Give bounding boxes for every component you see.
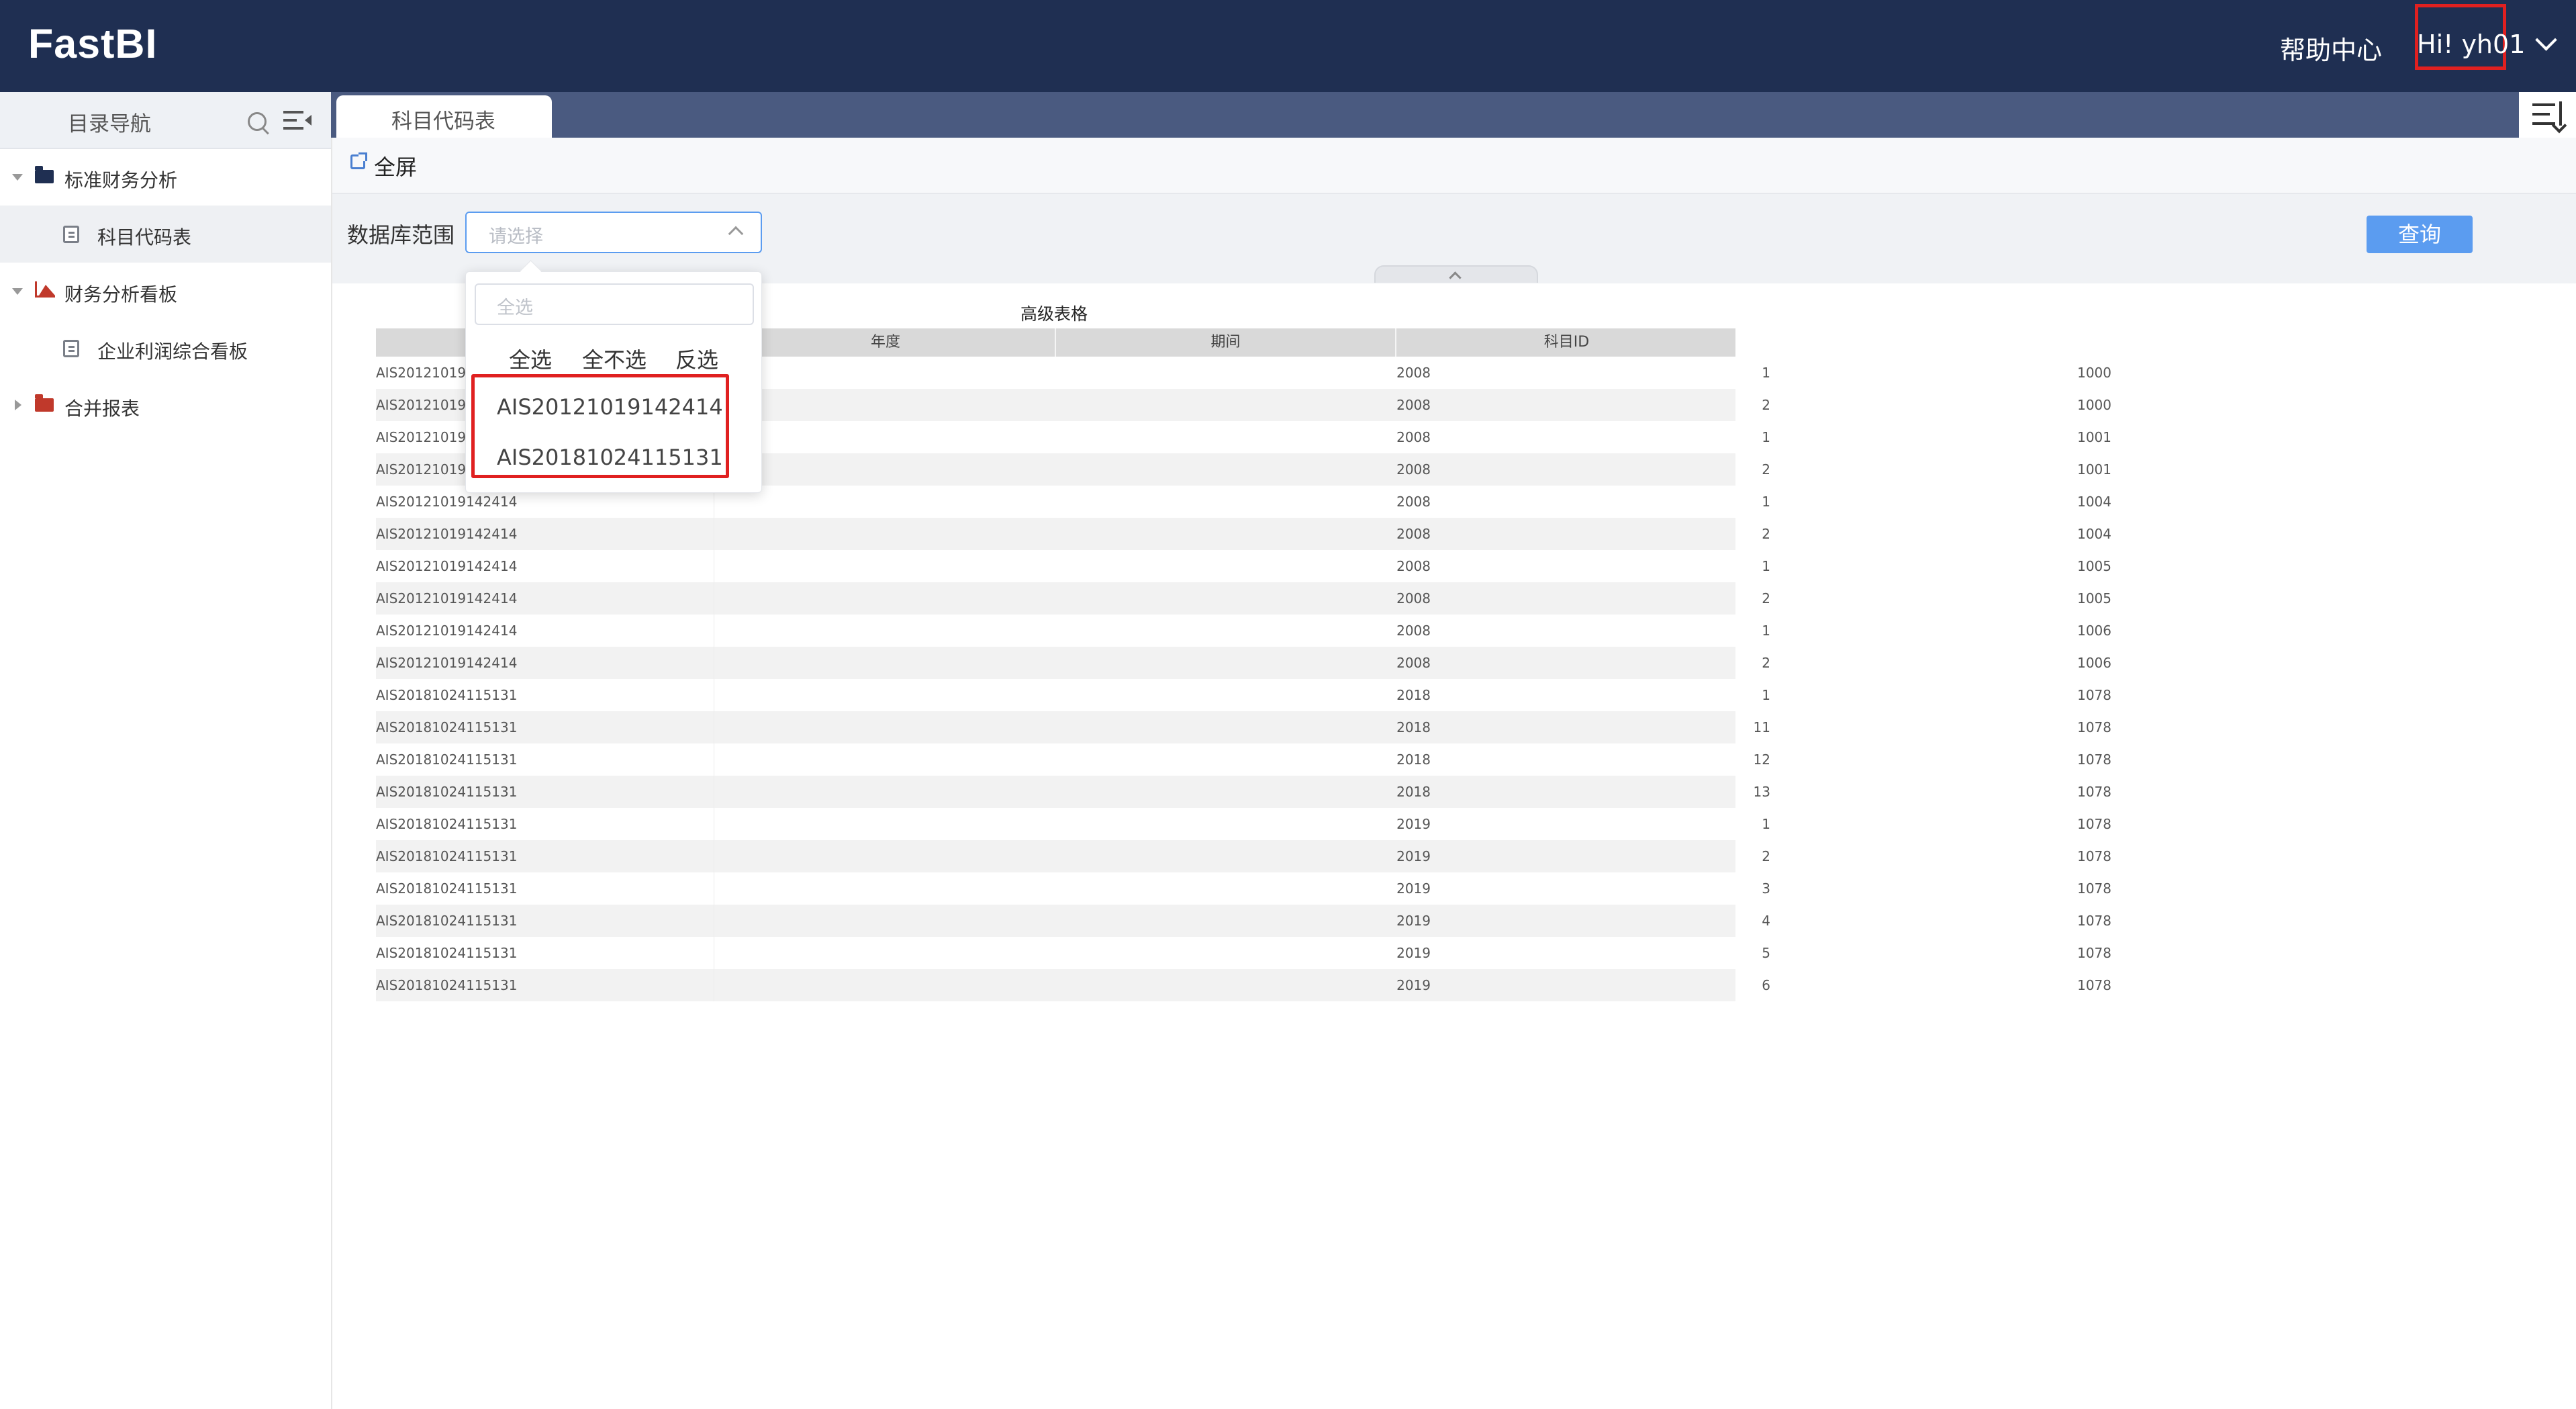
cell-database: AIS20181024115131 [376, 784, 518, 800]
table-row[interactable]: AIS20181024115131 2019 2 1078 [376, 840, 2111, 872]
cell-account-id: 1000 [2077, 365, 2111, 381]
tree-label: 合并报表 [64, 398, 140, 420]
table-row[interactable]: AIS20181024115131 2019 3 1078 [376, 872, 2111, 905]
table-row[interactable]: AIS20181024115131 2019 4 1078 [376, 905, 2111, 937]
caret-down-icon[interactable] [12, 174, 23, 181]
chevron-down-icon [2535, 29, 2558, 51]
table-row[interactable]: AIS20121019142414 2008 2 1005 [376, 582, 2111, 615]
cell-account-id: 1078 [2077, 784, 2111, 800]
tree-item-standard-finance[interactable]: 标准财务分析 [0, 148, 331, 206]
tab-strip [331, 92, 2576, 138]
cell-account-id: 1078 [2077, 687, 2111, 703]
caret-down-icon[interactable] [12, 288, 23, 295]
cell-database: AIS20121019142414 [376, 623, 518, 639]
cell-database: AIS20181024115131 [376, 913, 518, 929]
cell-account-id: 1078 [2077, 752, 2111, 768]
table-row[interactable]: AIS20121019142414 2008 1 1006 [376, 615, 2111, 647]
tree-item-consolidated-report[interactable]: 合并报表 [0, 377, 331, 434]
tree-label: 科目代码表 [97, 226, 192, 248]
options-highlight [471, 374, 729, 478]
table-title: 高级表格 [1020, 304, 1088, 324]
cell-account-id: 1078 [2077, 848, 2111, 864]
table-row[interactable]: AIS20121019142414 2008 2 1004 [376, 518, 2111, 550]
cell-database: AIS20121019142414 [376, 526, 518, 542]
caret-right-icon[interactable] [15, 400, 21, 410]
report-icon [63, 340, 79, 357]
cell-database: AIS20121019142414 [376, 655, 518, 671]
tab-label: 科目代码表 [391, 109, 495, 134]
folder-open-icon [35, 166, 54, 183]
table-row[interactable]: AIS20181024115131 2019 6 1078 [376, 969, 2111, 1001]
user-greeting: Hi! yh01 [2417, 30, 2526, 59]
cell-account-id: 1078 [2077, 913, 2111, 929]
fullscreen-icon[interactable] [350, 152, 367, 169]
sidebar-title: 目录导航 [68, 112, 151, 136]
cell-account-id: 1078 [2077, 719, 2111, 735]
table-row[interactable]: AIS20181024115131 2019 5 1078 [376, 937, 2111, 969]
cell-account-id: 1078 [2077, 977, 2111, 993]
cell-account-id: 1006 [2077, 623, 2111, 639]
top-header [0, 0, 2576, 92]
tree-item-profit-dashboard[interactable]: 企业利润综合看板 [0, 320, 331, 377]
invert-selection-button[interactable]: 反选 [675, 343, 718, 374]
cell-account-id: 1005 [2077, 558, 2111, 574]
cell-database: AIS20181024115131 [376, 816, 518, 832]
cell-database: AIS20181024115131 [376, 880, 518, 897]
table-row[interactable]: AIS20181024115131 2018 12 1078 [376, 743, 2111, 776]
fullscreen-button[interactable]: 全屏 [374, 150, 417, 181]
cell-account-id: 1004 [2077, 526, 2111, 542]
database-scope-label: 数据库范围 [347, 222, 455, 248]
dropdown-search-placeholder: 全选 [497, 298, 533, 318]
user-menu[interactable]: Hi! yh01 [2417, 29, 2558, 59]
tree-label: 企业利润综合看板 [97, 340, 248, 363]
cell-database: AIS20181024115131 [376, 719, 518, 735]
table-row[interactable]: AIS20181024115131 2018 1 1078 [376, 679, 2111, 711]
help-center-link[interactable]: 帮助中心 [2280, 30, 2382, 66]
select-all-button[interactable]: 全选 [509, 343, 552, 374]
table-row[interactable]: AIS20181024115131 2018 13 1078 [376, 776, 2111, 808]
app-logo[interactable]: FastBI [28, 20, 157, 67]
cell-account-id: 1005 [2077, 590, 2111, 606]
cell-database: AIS20181024115131 [376, 752, 518, 768]
column-header-account-id[interactable]: 科目ID [1395, 328, 1737, 357]
sidebar: 目录导航 标准财务分析 科目代码表 财务分析看板 企业利润综合看板 合并报表 [0, 92, 332, 1409]
tree-item-account-code-table[interactable]: 科目代码表 [0, 206, 331, 263]
tree-label: 标准财务分析 [64, 169, 178, 191]
folder-icon [35, 394, 54, 412]
search-icon[interactable] [248, 112, 267, 131]
tree-label: 财务分析看板 [64, 283, 178, 306]
cell-account-id: 1006 [2077, 655, 2111, 671]
cell-database: AIS20181024115131 [376, 848, 518, 864]
column-header-year[interactable]: 年度 [715, 328, 1055, 357]
cell-account-id: 1078 [2077, 945, 2111, 961]
report-icon [63, 226, 79, 243]
column-header-period[interactable]: 期间 [1055, 328, 1395, 357]
tree-item-finance-dashboard[interactable]: 财务分析看板 [0, 263, 331, 320]
cell-account-id: 1001 [2077, 429, 2111, 445]
cell-database: AIS20181024115131 [376, 977, 518, 993]
cell-database: AIS20121019142414 [376, 590, 518, 606]
cell-account-id: 1078 [2077, 880, 2111, 897]
table-row[interactable]: AIS20121019142414 2008 1 1005 [376, 550, 2111, 582]
tab-sort-menu-icon[interactable] [2519, 92, 2576, 138]
cell-database: AIS20181024115131 [376, 945, 518, 961]
report-toolbar [332, 138, 2576, 194]
sidebar-header: 目录导航 [0, 92, 331, 149]
cell-account-id: 1004 [2077, 494, 2111, 510]
area-chart-icon [35, 281, 55, 298]
table-row[interactable]: AIS20181024115131 2019 1 1078 [376, 808, 2111, 840]
cell-database: AIS20121019142414 [376, 558, 518, 574]
table-row[interactable]: AIS20181024115131 2018 11 1078 [376, 711, 2111, 743]
select-none-button[interactable]: 全不选 [582, 343, 647, 374]
collapse-sidebar-icon[interactable] [283, 109, 312, 131]
cell-account-id: 1001 [2077, 461, 2111, 478]
select-placeholder: 请选择 [489, 226, 543, 247]
collapse-filter-handle[interactable] [1374, 265, 1538, 283]
query-button[interactable]: 查询 [2367, 216, 2473, 253]
cell-account-id: 1000 [2077, 397, 2111, 413]
cell-account-id: 1078 [2077, 816, 2111, 832]
table-row[interactable]: AIS20121019142414 2008 2 1006 [376, 647, 2111, 679]
cell-database: AIS20181024115131 [376, 687, 518, 703]
